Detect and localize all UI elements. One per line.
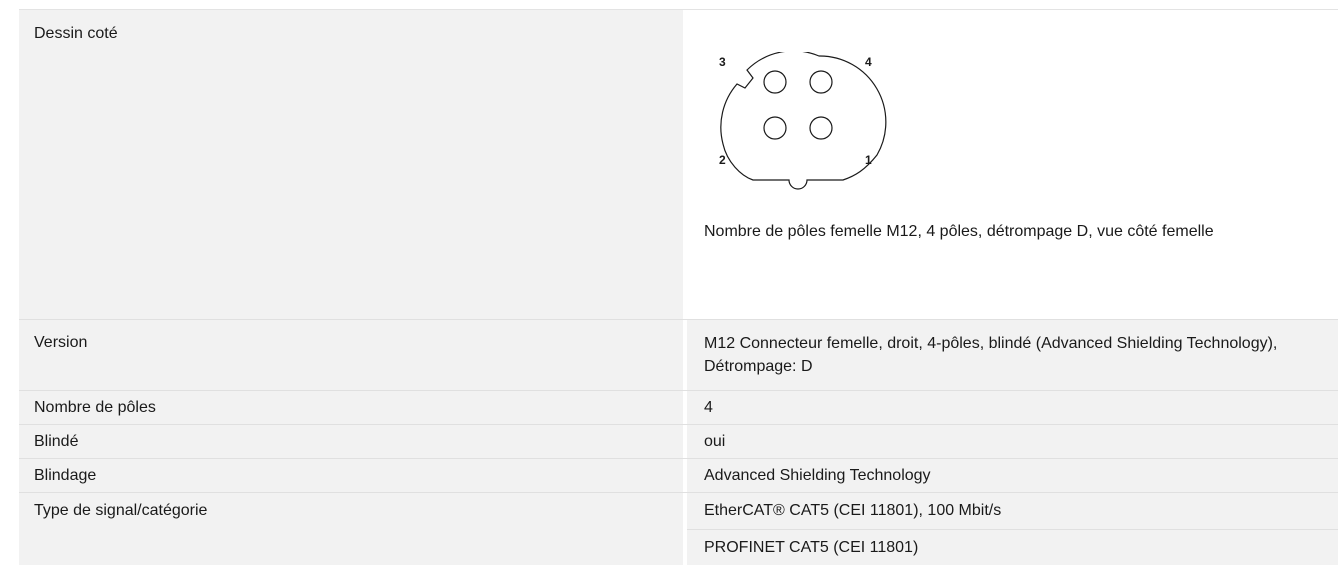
spec-row-version: Version M12 Connecteur femelle, droit, 4… bbox=[19, 320, 1338, 391]
spec-value-list: EtherCAT® CAT5 (CEI 11801), 100 Mbit/s P… bbox=[687, 493, 1338, 565]
pin-label-1: 1 bbox=[865, 153, 872, 167]
pin-1-contact bbox=[809, 116, 833, 140]
spec-label: Version bbox=[19, 320, 683, 390]
pin-2-contact bbox=[763, 116, 787, 140]
pin-label-3: 3 bbox=[719, 55, 726, 69]
spec-value: M12 Connecteur femelle, droit, 4-pôles, … bbox=[687, 320, 1338, 390]
spec-row-dimensioned-drawing: Dessin coté 3 4 2 1 Nombre de pôles feme… bbox=[19, 10, 1338, 320]
spec-label: Blindage bbox=[19, 459, 683, 492]
spec-row-shielded: Blindé oui bbox=[19, 425, 1338, 459]
pin-label-4: 4 bbox=[865, 55, 872, 69]
spec-row-signal-type: Type de signal/catégorie EtherCAT® CAT5 … bbox=[19, 493, 1338, 565]
pin-label-2: 2 bbox=[719, 153, 726, 167]
connector-outline bbox=[720, 52, 887, 190]
spec-label: Nombre de pôles bbox=[19, 391, 683, 424]
spec-value-item: PROFINET CAT5 (CEI 11801) bbox=[687, 529, 1338, 565]
drawing-caption: Nombre de pôles femelle M12, 4 pôles, dé… bbox=[704, 223, 1214, 240]
spec-value-item: EtherCAT® CAT5 (CEI 11801), 100 Mbit/s bbox=[687, 493, 1338, 529]
spec-label: Blindé bbox=[19, 425, 683, 458]
spec-row-shielding: Blindage Advanced Shielding Technology bbox=[19, 459, 1338, 493]
spec-label: Dessin coté bbox=[19, 10, 683, 319]
spec-table: Dessin coté 3 4 2 1 Nombre de pôles feme… bbox=[19, 9, 1338, 565]
spec-value: 4 bbox=[687, 391, 1338, 424]
spec-row-number-of-poles: Nombre de pôles 4 bbox=[19, 391, 1338, 425]
spec-value-drawing: 3 4 2 1 Nombre de pôles femelle M12, 4 p… bbox=[687, 10, 1338, 319]
spec-value: Advanced Shielding Technology bbox=[687, 459, 1338, 492]
spec-value: oui bbox=[687, 425, 1338, 458]
connector-pinout-diagram: 3 4 2 1 bbox=[719, 52, 887, 190]
pin-3-contact bbox=[763, 70, 787, 94]
spec-label: Type de signal/catégorie bbox=[19, 493, 683, 565]
pin-4-contact bbox=[809, 70, 833, 94]
